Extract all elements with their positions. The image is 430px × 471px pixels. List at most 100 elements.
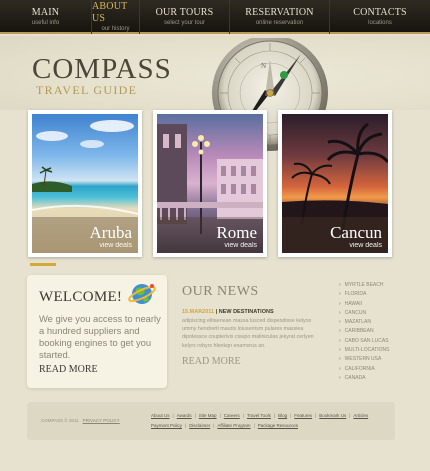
destination-card-rome[interactable]: Rome view deals bbox=[153, 110, 267, 257]
news-headline: | NEW DESTINATIONS bbox=[215, 309, 274, 315]
link-separator: | bbox=[219, 413, 221, 418]
footer: COMPASS © 2011 PRIVACY POLICY About Us | Aw… bbox=[27, 402, 395, 440]
nav-item-contacts[interactable]: CONTACTS locations bbox=[330, 0, 430, 34]
news-title: OUR NEWS bbox=[182, 284, 259, 299]
card-title: Aruba bbox=[89, 223, 132, 242]
footer-link[interactable]: Affiliate Program bbox=[217, 423, 250, 428]
welcome-text: We give you access to nearly a hundred s… bbox=[39, 313, 161, 360]
link-separator: | bbox=[213, 423, 215, 428]
arrow-right-icon: › bbox=[339, 291, 341, 298]
destination-link-label: CARIBBEAN bbox=[344, 328, 374, 335]
link-separator: | bbox=[172, 413, 174, 418]
destination-link-label: CABO SAN LUCAS bbox=[344, 337, 389, 344]
arrow-right-icon: › bbox=[339, 282, 341, 288]
nav-item-subtitle: locations bbox=[368, 20, 392, 26]
nav-item-main[interactable]: MAIN useful info bbox=[0, 0, 92, 34]
nav-item-subtitle: online reservation bbox=[255, 20, 304, 26]
arrow-right-icon: › bbox=[339, 309, 341, 316]
link-separator: | bbox=[349, 413, 351, 418]
nav-item-tours[interactable]: OUR TOURS select your tour bbox=[140, 0, 230, 34]
destination-link[interactable]: › CANADA bbox=[339, 374, 390, 383]
footer-link[interactable]: Awards bbox=[177, 413, 192, 418]
arrow-right-icon: › bbox=[339, 365, 341, 372]
destination-link[interactable]: › FLORIDA bbox=[339, 290, 390, 299]
link-separator: | bbox=[253, 423, 255, 428]
destination-link[interactable]: › CANCUN bbox=[339, 309, 390, 318]
link-separator: | bbox=[185, 423, 187, 428]
footer-link[interactable]: Travel Tools bbox=[247, 413, 271, 418]
destination-link[interactable]: › CALIFORNIA bbox=[339, 365, 390, 374]
destinations-list: › MYRTLE BEACH › FLORIDA › HAWAII › CANCUN ›… bbox=[339, 281, 390, 383]
destination-link-label: HAWAII bbox=[344, 300, 363, 307]
nav-item-title: MAIN bbox=[31, 7, 60, 18]
welcome-read-more-link[interactable]: READ MORE bbox=[39, 364, 98, 375]
destination-link[interactable]: › MULTI-LOCATIONS bbox=[339, 346, 390, 355]
view-deals-link[interactable]: view deals bbox=[216, 242, 257, 249]
arrow-right-icon: › bbox=[339, 337, 341, 344]
view-deals-link[interactable]: view deals bbox=[330, 242, 382, 249]
arrow-right-icon: › bbox=[339, 328, 341, 335]
view-deals-link[interactable]: view deals bbox=[90, 242, 132, 249]
destination-link-label: WESTERN USA bbox=[344, 356, 382, 363]
link-separator: | bbox=[242, 413, 244, 418]
nav-item-subtitle: useful info bbox=[31, 20, 60, 26]
destination-card-cancun[interactable]: Cancun view deals bbox=[278, 110, 392, 257]
welcome-title: WELCOME! bbox=[39, 289, 123, 305]
main-nav: MAIN useful info ABOUT US our history OU… bbox=[0, 0, 430, 34]
footer-link[interactable]: Careers bbox=[224, 413, 240, 418]
site-logo[interactable]: COMPASS bbox=[32, 54, 172, 84]
nav-item-title: ABOUT US bbox=[92, 1, 128, 24]
rome-photo: Rome view deals bbox=[157, 114, 263, 253]
destination-link-label: MULTI-LOCATIONS bbox=[344, 347, 390, 354]
destination-link[interactable]: › HAWAII bbox=[339, 300, 390, 309]
nav-item-title: CONTACTS bbox=[353, 7, 407, 18]
card-title: Cancun bbox=[330, 223, 382, 242]
footer-link[interactable]: Bookmark Us bbox=[319, 413, 346, 418]
privacy-policy-link[interactable]: PRIVACY POLICY bbox=[83, 418, 120, 423]
link-separator: | bbox=[290, 413, 292, 418]
card-caption: Rome view deals bbox=[216, 224, 257, 250]
arrow-right-icon: › bbox=[339, 300, 341, 307]
nav-item-about[interactable]: ABOUT US our history bbox=[92, 0, 140, 34]
footer-link[interactable]: Features bbox=[294, 413, 312, 418]
footer-link[interactable]: Blog bbox=[278, 413, 287, 418]
arrow-right-icon: › bbox=[339, 356, 341, 363]
link-separator: | bbox=[273, 413, 276, 418]
card-caption: Cancun view deals bbox=[330, 223, 382, 250]
footer-link[interactable]: Site Map bbox=[199, 413, 217, 418]
footer-link[interactable]: Payment Policy bbox=[151, 423, 182, 428]
footer-link[interactable]: Disclaimer bbox=[189, 423, 210, 428]
footer-link[interactable]: Articles bbox=[353, 413, 368, 418]
footer-link[interactable]: Package Resources bbox=[258, 423, 298, 428]
card-caption: Aruba view deals bbox=[89, 223, 132, 250]
globe-icon bbox=[128, 284, 156, 304]
nav-item-subtitle: our history bbox=[101, 26, 130, 32]
destination-card-aruba[interactable]: Aruba view deals bbox=[28, 110, 142, 257]
link-separator: | bbox=[194, 413, 196, 418]
arrow-right-icon: › bbox=[339, 319, 341, 326]
destination-link[interactable]: › CABO SAN LUCAS bbox=[339, 337, 390, 346]
cancun-photo: Cancun view deals bbox=[282, 114, 388, 253]
link-separator: | bbox=[315, 413, 317, 418]
destination-link-label: CANADA bbox=[344, 374, 366, 381]
footer-link[interactable]: About Us bbox=[151, 413, 170, 418]
svg-text:N: N bbox=[261, 62, 266, 70]
destination-link[interactable]: › MYRTLE BEACH bbox=[339, 281, 390, 290]
nav-item-title: OUR TOURS bbox=[155, 7, 214, 18]
destination-link-label: CALIFORNIA bbox=[344, 365, 375, 372]
aruba-photo: Aruba view deals bbox=[32, 114, 138, 253]
news-read-more-link[interactable]: READ MORE bbox=[182, 356, 241, 367]
destination-link-label: FLORIDA bbox=[344, 291, 367, 298]
site-tagline: TRAVEL GUIDE bbox=[36, 83, 138, 97]
nav-item-title: RESERVATION bbox=[245, 7, 314, 18]
destination-link-label: CANCUN bbox=[344, 309, 367, 316]
destination-link[interactable]: › WESTERN USA bbox=[339, 355, 390, 364]
news-headline-text: NEW DESTINATIONS bbox=[218, 309, 274, 315]
destination-link[interactable]: › MAZATLAN bbox=[339, 318, 390, 327]
destination-link-label: MYRTLE BEACH bbox=[344, 282, 384, 288]
destination-link[interactable]: › CARIBBEAN bbox=[339, 327, 390, 336]
destination-link-label: MAZATLAN bbox=[344, 319, 371, 326]
arrow-right-icon: › bbox=[339, 374, 341, 381]
news-date: 15.MAR2011 bbox=[182, 309, 215, 315]
nav-item-reservation[interactable]: RESERVATION online reservation bbox=[230, 0, 330, 34]
